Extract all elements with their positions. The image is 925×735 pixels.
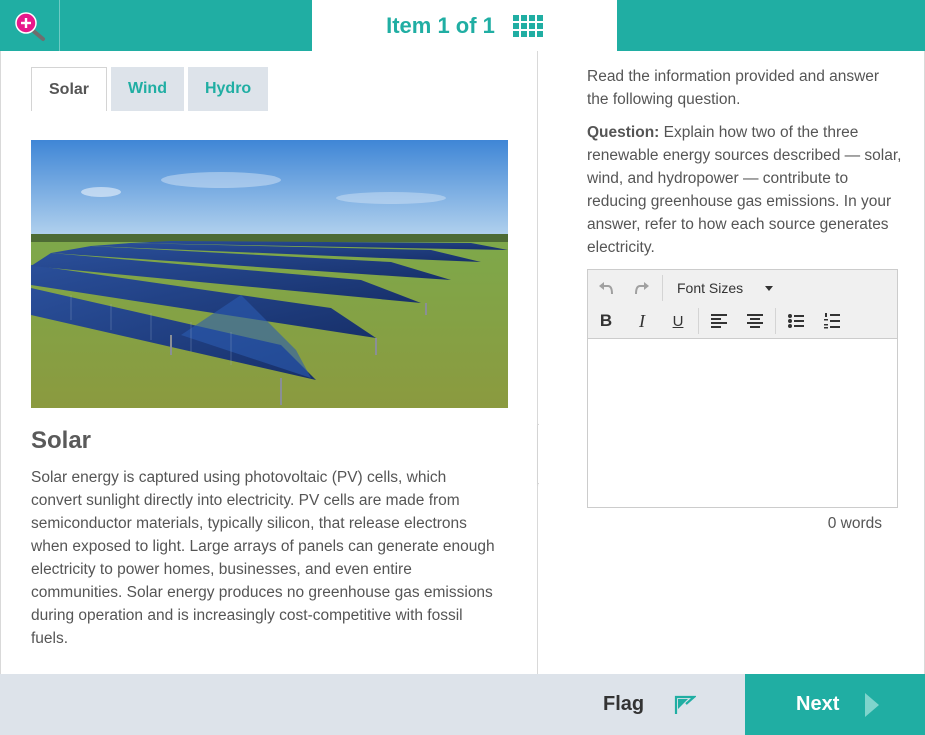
- font-sizes-dropdown[interactable]: Font Sizes: [665, 273, 785, 303]
- play-arrow-icon: [865, 692, 880, 717]
- question-text: Question: Explain how two of the three r…: [587, 121, 902, 259]
- caret-down-icon: [765, 285, 774, 291]
- next-label: Next: [796, 693, 840, 715]
- grid-icon[interactable]: [512, 14, 543, 37]
- editor-toolbar: Font Sizes B I U: [588, 270, 897, 339]
- response-panel: Read the information provided and answer…: [539, 51, 924, 674]
- toolbar-divider: [662, 275, 663, 301]
- undo-button[interactable]: [588, 273, 624, 303]
- source-heading: Solar: [31, 427, 92, 454]
- stimulus-panel: Solar Wind Hydro Solar Solar energy is c…: [1, 51, 538, 674]
- font-sizes-label: Font Sizes: [677, 280, 744, 296]
- redo-icon: [635, 282, 649, 295]
- zoom-in-icon: [15, 12, 45, 41]
- toolbar-divider: [698, 308, 699, 334]
- stimulus-tabs: Solar Wind Hydro: [31, 67, 269, 111]
- underline-button[interactable]: U: [660, 306, 696, 336]
- bold-button[interactable]: B: [588, 306, 624, 336]
- bullet-list-button[interactable]: [778, 306, 814, 336]
- numbered-list-button[interactable]: [814, 306, 850, 336]
- bullet-list-icon: [788, 314, 804, 328]
- word-count: 0 words: [827, 515, 882, 532]
- flag-button[interactable]: Flag: [585, 674, 725, 735]
- flag-label: Flag: [603, 693, 645, 715]
- item-counter-label: Item 1 of 1: [386, 12, 495, 38]
- next-button[interactable]: Next: [745, 674, 925, 735]
- flag-icon: [675, 695, 697, 714]
- top-bar: Item 1 of 1: [0, 0, 925, 51]
- question-prompt: Explain how two of the three renewable e…: [587, 124, 902, 256]
- numbered-list-icon: [824, 313, 840, 329]
- source-description: Solar energy is captured using photovolt…: [31, 469, 495, 647]
- question-label: Question:: [587, 124, 660, 141]
- tab-wind[interactable]: Wind: [111, 67, 184, 111]
- italic-button[interactable]: I: [624, 306, 660, 336]
- undo-icon: [599, 282, 613, 295]
- response-text-area[interactable]: [588, 340, 897, 507]
- align-center-icon: [747, 314, 763, 328]
- item-indicator: Item 1 of 1: [312, 0, 617, 51]
- bottom-bar: Flag Next: [0, 674, 925, 735]
- toolbar-divider: [775, 308, 776, 334]
- align-center-button[interactable]: [737, 306, 773, 336]
- solar-farm-photo: [31, 140, 508, 408]
- redo-button[interactable]: [624, 273, 660, 303]
- instructions-text: Read the information provided and answer…: [587, 68, 880, 108]
- align-left-icon: [711, 314, 727, 328]
- tab-solar[interactable]: Solar: [31, 67, 108, 111]
- zoom-button[interactable]: [0, 0, 60, 51]
- rich-text-editor: Font Sizes B I U: [587, 269, 898, 508]
- tab-hydro[interactable]: Hydro: [187, 67, 269, 111]
- align-left-button[interactable]: [701, 306, 737, 336]
